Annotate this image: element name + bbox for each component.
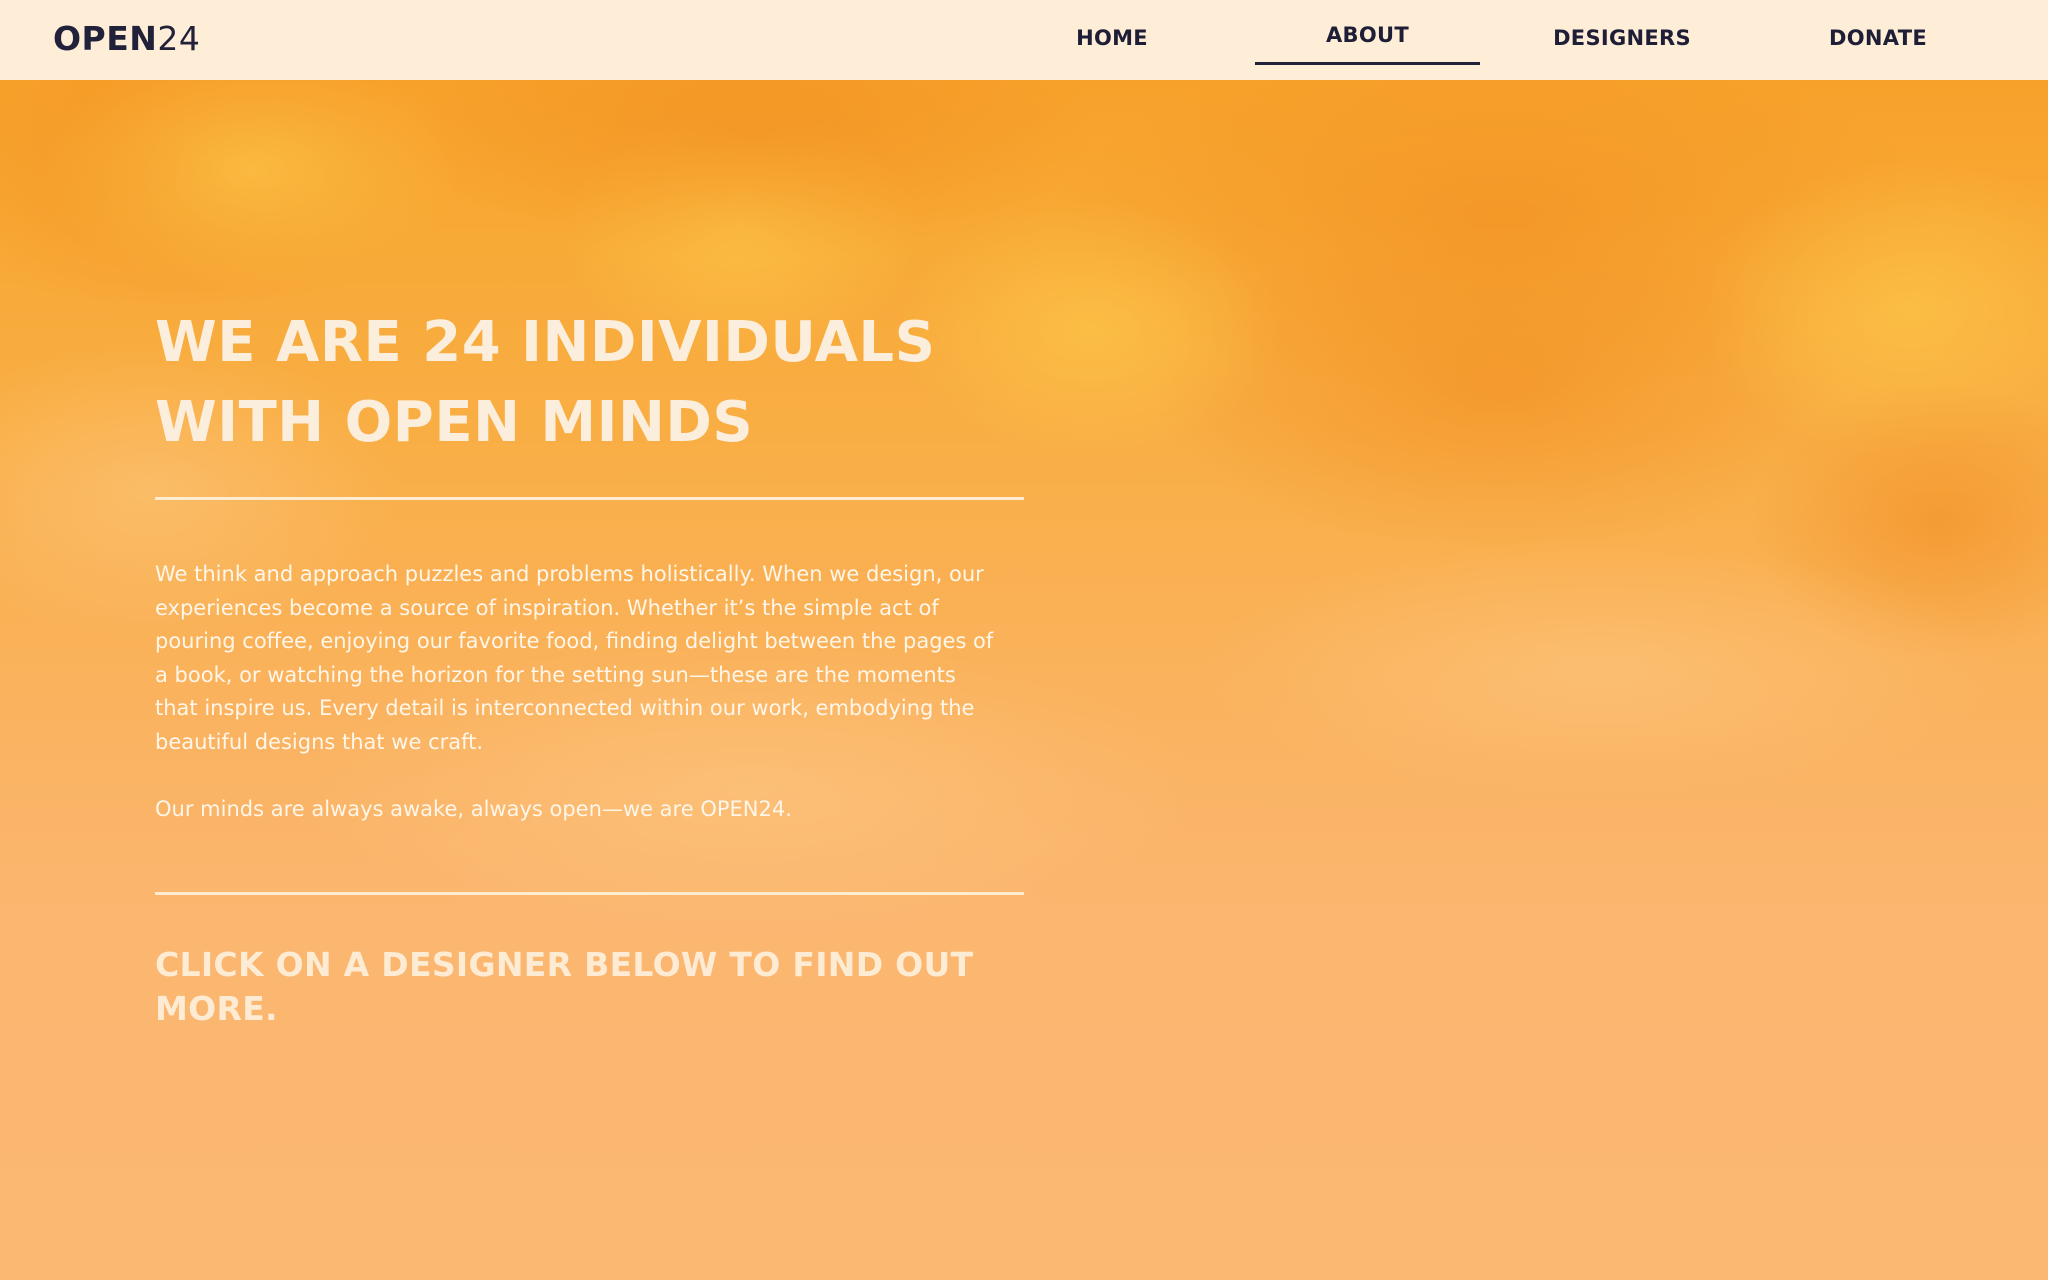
designer-cta-text: CLICK ON A DESIGNER BELOW TO FIND OUT MO… bbox=[155, 945, 974, 1029]
cloud-shape bbox=[40, 80, 460, 290]
about-paragraph: We think and approach puzzles and proble… bbox=[155, 562, 994, 754]
nav-item-home[interactable]: HOME bbox=[1027, 0, 1197, 80]
nav-item-label: ABOUT bbox=[1326, 23, 1409, 47]
page-headline: WE ARE 24 INDIVIDUALS WITH OPEN MINDS bbox=[155, 310, 936, 455]
cloud-shape bbox=[0, 80, 440, 320]
about-content: WE ARE 24 INDIVIDUALS WITH OPEN MINDS We… bbox=[155, 303, 1025, 1031]
divider-line bbox=[155, 497, 1024, 500]
cloud-shape bbox=[400, 80, 1100, 260]
cloud-shape bbox=[1700, 160, 2048, 460]
nav-item-designers[interactable]: DESIGNERS bbox=[1537, 0, 1707, 80]
nav-item-donate[interactable]: DONATE bbox=[1793, 0, 1963, 80]
top-navbar: OPEN24 HOME ABOUT DESIGNERS DONATE bbox=[0, 0, 2048, 80]
logo-text-open: OPEN bbox=[53, 19, 158, 58]
about-tagline: Our minds are always awake, always open—… bbox=[155, 796, 792, 821]
nav-item-label: DONATE bbox=[1829, 26, 1927, 50]
cloud-shape bbox=[1200, 540, 2000, 800]
nav-item-label: HOME bbox=[1076, 26, 1148, 50]
open24-logo[interactable]: OPEN24 bbox=[53, 19, 200, 59]
cloud-shape bbox=[1150, 230, 1850, 550]
nav-item-label: DESIGNERS bbox=[1553, 26, 1691, 50]
nav-item-about[interactable]: ABOUT bbox=[1255, 0, 1480, 65]
logo-text-24: 24 bbox=[157, 19, 201, 58]
divider-line bbox=[155, 892, 1024, 896]
cloud-shape bbox=[1050, 80, 1950, 400]
cloud-shape bbox=[1750, 380, 2048, 660]
